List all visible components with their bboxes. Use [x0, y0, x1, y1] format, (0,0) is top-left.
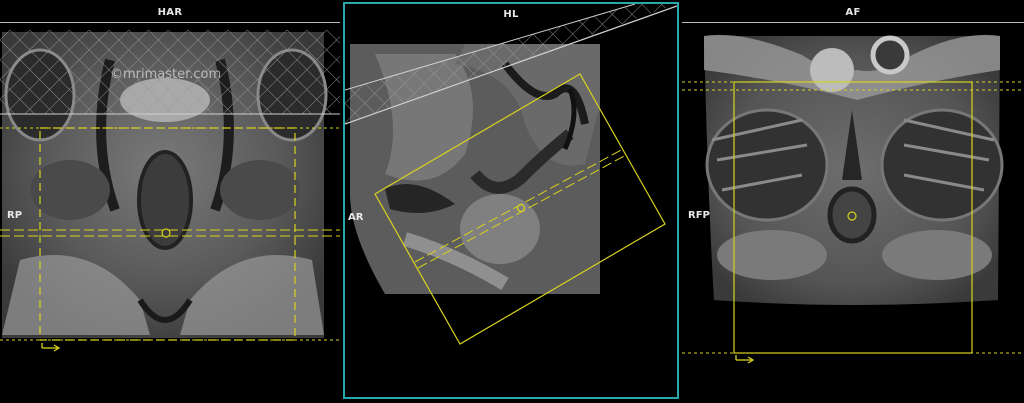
arrow-right-icon: [41, 343, 61, 352]
axial-image[interactable]: [682, 0, 1024, 403]
pubic-region: [810, 48, 854, 92]
orientation-top-label: HAR: [157, 7, 183, 18]
rectum-axial: [827, 186, 877, 244]
viewport-axial[interactable]: AF RFP: [682, 0, 1024, 403]
viewport-sagittal[interactable]: HL AR: [343, 2, 679, 399]
right-gluteus: [880, 108, 1004, 222]
viewport-coronal[interactable]: HAR RP ©mrimaster.com: [0, 0, 340, 403]
header-divider: [682, 22, 1024, 23]
orientation-left-label: RFP: [688, 210, 710, 221]
arrow-right-icon: [735, 355, 755, 364]
orientation-left-label: AR: [348, 212, 364, 223]
orientation-top-label: HL: [503, 9, 519, 20]
coronal-image[interactable]: [0, 0, 340, 403]
header-divider: [0, 22, 340, 23]
orientation-top-label: AF: [845, 7, 861, 18]
watermark: ©mrimaster.com: [110, 67, 222, 82]
orientation-left-label: RP: [7, 210, 23, 221]
sagittal-image[interactable]: [345, 4, 677, 397]
rectum: [137, 150, 193, 250]
